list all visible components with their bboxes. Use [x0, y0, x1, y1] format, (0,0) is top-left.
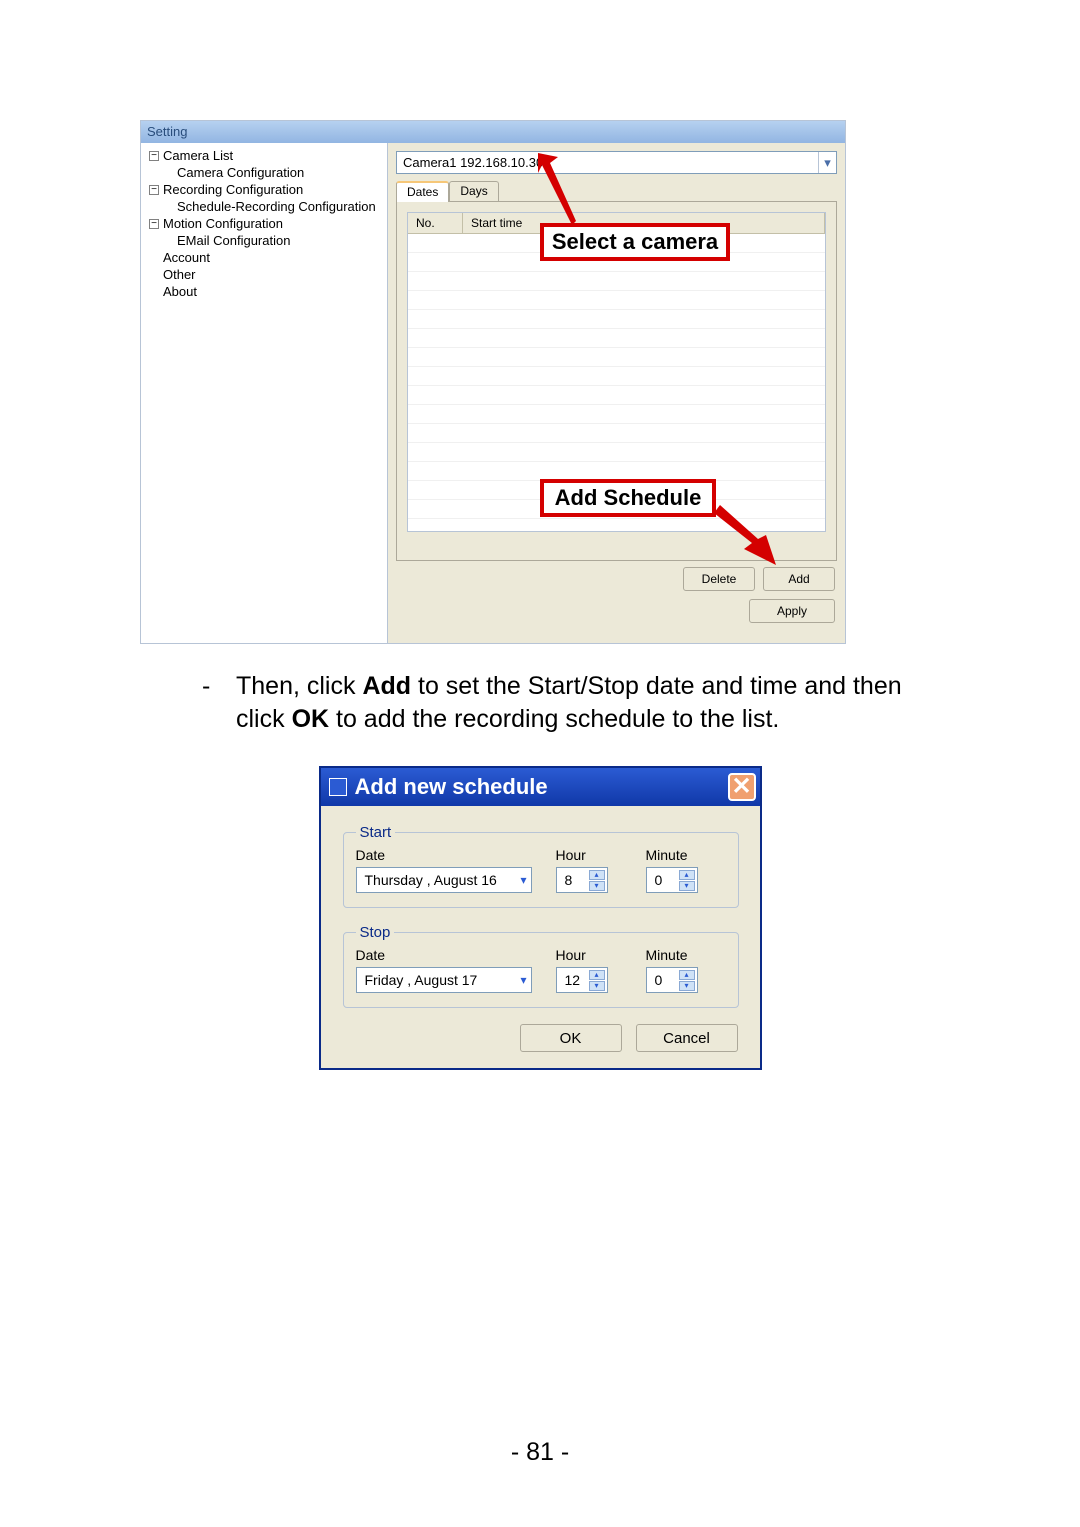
- settings-tree[interactable]: −Camera List Camera Configuration −Recor…: [141, 143, 388, 643]
- label-hour: Hour: [556, 947, 646, 963]
- close-icon[interactable]: ✕: [728, 773, 756, 801]
- add-button[interactable]: Add: [763, 567, 835, 591]
- apply-button[interactable]: Apply: [749, 599, 835, 623]
- page-number: - 81 -: [0, 1438, 1080, 1467]
- chevron-down-icon[interactable]: ▾: [679, 881, 695, 891]
- label-date: Date: [356, 847, 556, 863]
- chevron-down-icon[interactable]: ▾: [589, 881, 605, 891]
- tree-other[interactable]: Other: [163, 266, 196, 283]
- chevron-down-icon[interactable]: ▾: [520, 873, 526, 887]
- dialog-titlebar: Add new schedule ✕: [321, 768, 760, 806]
- label-hour: Hour: [556, 847, 646, 863]
- start-legend: Start: [356, 824, 396, 841]
- chevron-up-icon[interactable]: ▴: [679, 870, 695, 880]
- tree-schedule-recording-config[interactable]: Schedule-Recording Configuration: [177, 198, 376, 215]
- tree-email-config[interactable]: EMail Configuration: [177, 232, 290, 249]
- tree-camera-list[interactable]: Camera List: [163, 147, 233, 164]
- stop-hour-stepper[interactable]: 12 ▴▾: [556, 967, 608, 993]
- camera-select[interactable]: Camera1 192.168.10.30 ▾: [396, 151, 837, 174]
- start-date-picker[interactable]: Thursday , August 16 ▾: [356, 867, 532, 893]
- start-date-value: Thursday , August 16: [365, 872, 497, 888]
- chevron-down-icon[interactable]: ▾: [679, 981, 695, 991]
- collapse-icon[interactable]: −: [149, 185, 159, 195]
- tree-about[interactable]: About: [163, 283, 197, 300]
- stop-date-value: Friday , August 17: [365, 972, 478, 988]
- dialog-title: Add new schedule: [355, 774, 548, 800]
- tab-dates[interactable]: Dates: [396, 181, 449, 202]
- stop-date-picker[interactable]: Friday , August 17 ▾: [356, 967, 532, 993]
- bullet-dash: -: [202, 670, 236, 736]
- add-schedule-dialog: Add new schedule ✕ Start Date Hour Minut…: [319, 766, 762, 1070]
- start-hour-value: 8: [565, 872, 573, 888]
- col-no: No.: [408, 213, 463, 233]
- arrow-icon: [536, 151, 576, 227]
- callout-select-camera: Select a camera: [540, 223, 730, 261]
- stop-minute-value: 0: [655, 972, 663, 988]
- chevron-down-icon[interactable]: ▾: [589, 981, 605, 991]
- cancel-button[interactable]: Cancel: [636, 1024, 738, 1052]
- tree-motion-config[interactable]: Motion Configuration: [163, 215, 283, 232]
- collapse-icon[interactable]: −: [149, 219, 159, 229]
- camera-select-value: Camera1 192.168.10.30: [403, 155, 543, 170]
- start-group: Start Date Hour Minute Thursday , August…: [343, 824, 739, 908]
- chevron-up-icon[interactable]: ▴: [589, 870, 605, 880]
- instruction-text: - Then, click Add to set the Start/Stop …: [202, 670, 940, 736]
- instr-text: Then, click: [236, 672, 362, 700]
- start-hour-stepper[interactable]: 8 ▴▾: [556, 867, 608, 893]
- stop-hour-value: 12: [565, 972, 581, 988]
- tab-days[interactable]: Days: [449, 181, 498, 202]
- chevron-up-icon[interactable]: ▴: [679, 970, 695, 980]
- setting-window: Setting −Camera List Camera Configuratio…: [140, 120, 846, 644]
- ok-button[interactable]: OK: [520, 1024, 622, 1052]
- collapse-icon[interactable]: −: [149, 151, 159, 161]
- stop-group: Stop Date Hour Minute Friday , August 17…: [343, 924, 739, 1008]
- label-date: Date: [356, 947, 556, 963]
- app-icon: [329, 778, 347, 796]
- callout-add-schedule: Add Schedule: [540, 479, 716, 517]
- instr-text: to add the recording schedule to the lis…: [329, 705, 779, 733]
- delete-button[interactable]: Delete: [683, 567, 755, 591]
- start-minute-value: 0: [655, 872, 663, 888]
- tree-recording-config[interactable]: Recording Configuration: [163, 181, 303, 198]
- setting-titlebar: Setting: [141, 121, 845, 143]
- tree-account[interactable]: Account: [163, 249, 210, 266]
- arrow-icon: [714, 505, 780, 567]
- chevron-up-icon[interactable]: ▴: [589, 970, 605, 980]
- stop-minute-stepper[interactable]: 0 ▴▾: [646, 967, 698, 993]
- chevron-down-icon[interactable]: ▾: [818, 152, 836, 173]
- tree-camera-config[interactable]: Camera Configuration: [177, 164, 304, 181]
- chevron-down-icon[interactable]: ▾: [520, 973, 526, 987]
- instr-ok-bold: OK: [292, 705, 330, 733]
- setting-title: Setting: [147, 124, 187, 139]
- label-minute: Minute: [646, 947, 726, 963]
- stop-legend: Stop: [356, 924, 395, 941]
- instr-add-bold: Add: [362, 672, 411, 700]
- settings-right-pane: Camera1 192.168.10.30 ▾ Dates Days No. S…: [388, 143, 845, 643]
- start-minute-stepper[interactable]: 0 ▴▾: [646, 867, 698, 893]
- label-minute: Minute: [646, 847, 726, 863]
